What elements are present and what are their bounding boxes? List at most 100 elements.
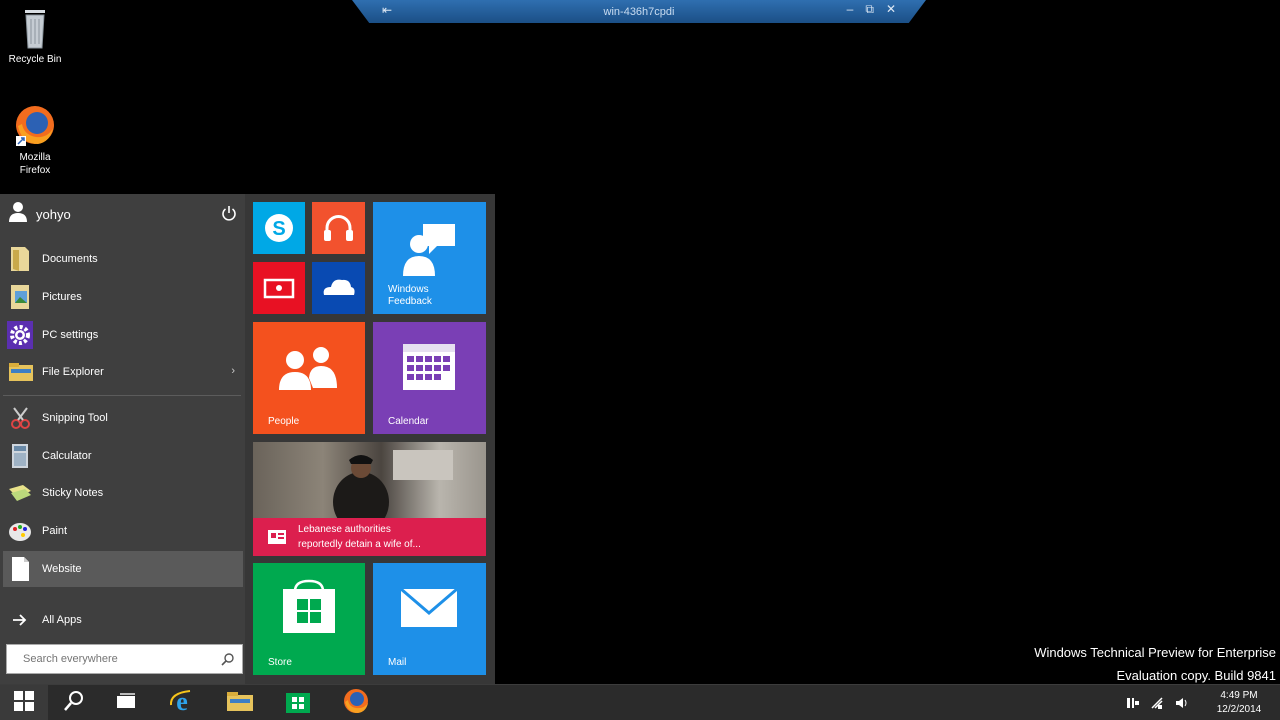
firefox-shortcut[interactable]: Mozilla Firefox (0, 104, 70, 177)
remote-desktop-bar: ⇤ win-436h7cpdi – ⧉ ✕ (352, 0, 926, 23)
menu-item-label: Paint (42, 525, 68, 537)
clock-time: 4:49 PM (1220, 690, 1258, 701)
search-icon[interactable] (221, 653, 234, 666)
menu-item-label: Sticky Notes (42, 487, 104, 499)
onedrive-tile[interactable] (312, 262, 365, 314)
store-icon (285, 689, 311, 718)
all-apps-label: All Apps (42, 614, 82, 626)
menu-item-website[interactable]: Website (3, 551, 243, 587)
store-icon (253, 579, 365, 647)
skype-tile[interactable]: S (253, 202, 305, 254)
arrow-right-icon (7, 606, 33, 634)
recycle-bin-shortcut[interactable]: Recycle Bin (0, 6, 70, 66)
taskbar-file-explorer[interactable] (214, 685, 266, 720)
taskbar-store[interactable] (272, 685, 324, 720)
windows-logo-icon (13, 690, 35, 717)
sticky-notes-icon (7, 479, 33, 507)
svg-text:S: S (272, 218, 285, 240)
tile-label: Windows Feedback (388, 284, 432, 307)
start-button[interactable] (0, 685, 48, 720)
taskbar-firefox[interactable] (330, 685, 382, 720)
menu-item-calculator[interactable]: Calculator (3, 438, 243, 474)
taskbar-search-button[interactable] (48, 685, 100, 720)
watermark-line1: Windows Technical Preview for Enterprise (1034, 645, 1276, 660)
news-headline: Lebanese authorities reportedly detain a… (298, 524, 421, 550)
menu-item-label: File Explorer (42, 366, 104, 378)
power-icon[interactable] (221, 205, 237, 221)
start-menu: yohyo Documents Pictures PC settings Fil… (0, 194, 495, 684)
restore-icon[interactable]: ⧉ (865, 2, 874, 17)
all-apps-button[interactable]: All Apps (3, 602, 243, 638)
menu-item-documents[interactable]: Documents (3, 241, 243, 277)
close-icon[interactable]: ✕ (886, 2, 896, 17)
volume-icon[interactable] (1174, 696, 1188, 710)
menu-item-label: Snipping Tool (42, 412, 108, 424)
video-icon (253, 278, 305, 314)
task-view-button[interactable] (100, 685, 152, 720)
menu-item-pictures[interactable]: Pictures (3, 279, 243, 315)
action-center-icon[interactable] (1126, 696, 1140, 710)
start-menu-left-pane: yohyo Documents Pictures PC settings Fil… (0, 194, 245, 684)
calendar-icon (373, 344, 486, 406)
firefox-label-line2: Firefox (19, 165, 51, 176)
taskbar: e 4:49 PM 12/2/2014 (0, 684, 1280, 720)
pictures-icon (7, 283, 33, 311)
recycle-bin-label: Recycle Bin (8, 54, 62, 65)
search-input[interactable] (23, 653, 203, 665)
search-box[interactable] (6, 644, 243, 674)
menu-item-label: Pictures (42, 291, 82, 303)
folder-icon (226, 689, 254, 718)
video-tile[interactable] (253, 262, 305, 314)
recycle-bin-icon (20, 6, 50, 50)
user-account[interactable]: yohyo (0, 194, 245, 234)
snipping-tool-icon (7, 404, 33, 432)
tile-label: Calendar (388, 416, 429, 427)
taskbar-internet-explorer[interactable]: e (156, 685, 208, 720)
store-tile[interactable]: Store (253, 563, 365, 675)
windows-feedback-tile[interactable]: Windows Feedback (373, 202, 486, 314)
news-icon (267, 529, 287, 550)
menu-item-label: Website (42, 563, 82, 575)
clock-date: 12/2/2014 (1216, 704, 1262, 715)
paint-icon (7, 517, 33, 545)
calculator-icon (7, 442, 33, 470)
folder-icon (7, 358, 33, 386)
pin-icon[interactable]: ⇤ (382, 3, 392, 17)
tile-label: People (268, 416, 300, 427)
tile-label: Store (268, 657, 292, 668)
menu-item-label: Documents (42, 253, 98, 265)
firefox-icon (342, 687, 370, 720)
news-tile[interactable]: Lebanese authorities reportedly detain a… (253, 442, 486, 556)
mail-tile[interactable]: Mail (373, 563, 486, 675)
menu-item-sticky-notes[interactable]: Sticky Notes (3, 475, 243, 511)
remote-desktop-title: win-436h7cpdi (603, 5, 675, 18)
music-tile[interactable] (312, 202, 365, 254)
menu-item-label: PC settings (42, 329, 99, 341)
calendar-tile[interactable]: Calendar (373, 322, 486, 434)
skype-icon: S (253, 214, 305, 254)
menu-item-paint[interactable]: Paint (3, 513, 243, 549)
people-tile[interactable]: People (253, 322, 365, 434)
chevron-right-icon[interactable]: › (231, 365, 235, 377)
menu-item-snipping-tool[interactable]: Snipping Tool (3, 400, 243, 436)
document-icon (7, 555, 33, 583)
evaluation-watermark: Windows Technical Preview for Enterprise… (1034, 641, 1276, 687)
firefox-label-line1: Mozilla (19, 152, 51, 163)
cloud-icon (312, 279, 365, 314)
menu-item-file-explorer[interactable]: File Explorer › (3, 354, 243, 390)
remote-window-controls: – ⧉ ✕ (847, 2, 896, 17)
separator (3, 395, 241, 396)
news-photo (253, 442, 486, 532)
gear-icon (7, 321, 33, 349)
tile-label: Mail (388, 657, 407, 668)
mail-icon (373, 587, 486, 647)
search-icon (63, 690, 85, 717)
menu-item-label: Calculator (42, 450, 92, 462)
documents-icon (7, 245, 33, 273)
news-headline-bar: Lebanese authorities reportedly detain a… (253, 518, 486, 556)
network-icon[interactable] (1150, 696, 1164, 710)
menu-item-pc-settings[interactable]: PC settings (3, 317, 243, 353)
minimize-icon[interactable]: – (847, 2, 854, 17)
system-tray: 4:49 PM 12/2/2014 (1126, 685, 1280, 720)
clock[interactable]: 4:49 PM 12/2/2014 (1198, 689, 1280, 717)
